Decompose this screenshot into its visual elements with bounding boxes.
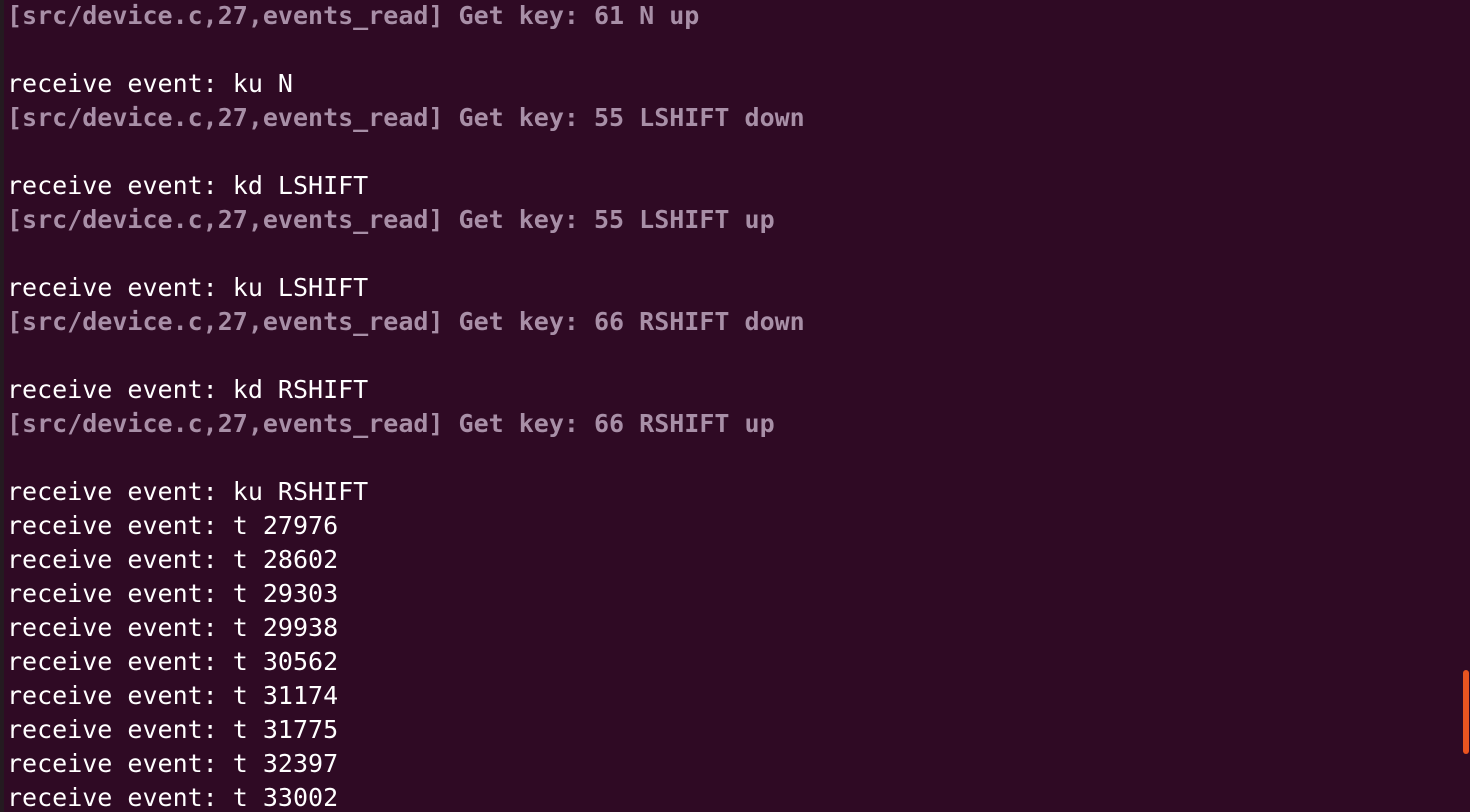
terminal-window[interactable]: [src/device.c,27,events_read] Get key: 6…: [0, 0, 1470, 812]
debug-log-line: [src/device.c,27,events_read] Get key: 5…: [7, 205, 775, 234]
output-line: receive event: t 27976: [7, 511, 339, 540]
output-line: receive event: t 33002: [7, 783, 339, 812]
output-line: receive event: t 31174: [7, 681, 339, 710]
output-line: receive event: ku RSHIFT: [7, 477, 369, 506]
output-line: receive event: t 31775: [7, 715, 339, 744]
output-line: receive event: kd LSHIFT: [7, 171, 369, 200]
window-left-border: [0, 0, 4, 812]
output-line: receive event: t 29303: [7, 579, 339, 608]
debug-log-line: [src/device.c,27,events_read] Get key: 6…: [7, 409, 775, 438]
debug-log-line: [src/device.c,27,events_read] Get key: 5…: [7, 103, 805, 132]
debug-log-line: [src/device.c,27,events_read] Get key: 6…: [7, 1, 700, 30]
output-line: receive event: t 30562: [7, 647, 339, 676]
output-line: receive event: ku LSHIFT: [7, 273, 369, 302]
debug-log-line: [src/device.c,27,events_read] Get key: 6…: [7, 307, 805, 336]
output-line: receive event: ku N: [7, 69, 293, 98]
terminal-output[interactable]: [src/device.c,27,events_read] Get key: 6…: [7, 0, 805, 812]
output-line: receive event: t 32397: [7, 749, 339, 778]
scrollbar-thumb[interactable]: [1463, 670, 1469, 754]
output-line: receive event: t 28602: [7, 545, 339, 574]
vertical-scrollbar[interactable]: [1460, 0, 1470, 812]
output-line: receive event: t 29938: [7, 613, 339, 642]
output-line: receive event: kd RSHIFT: [7, 375, 369, 404]
